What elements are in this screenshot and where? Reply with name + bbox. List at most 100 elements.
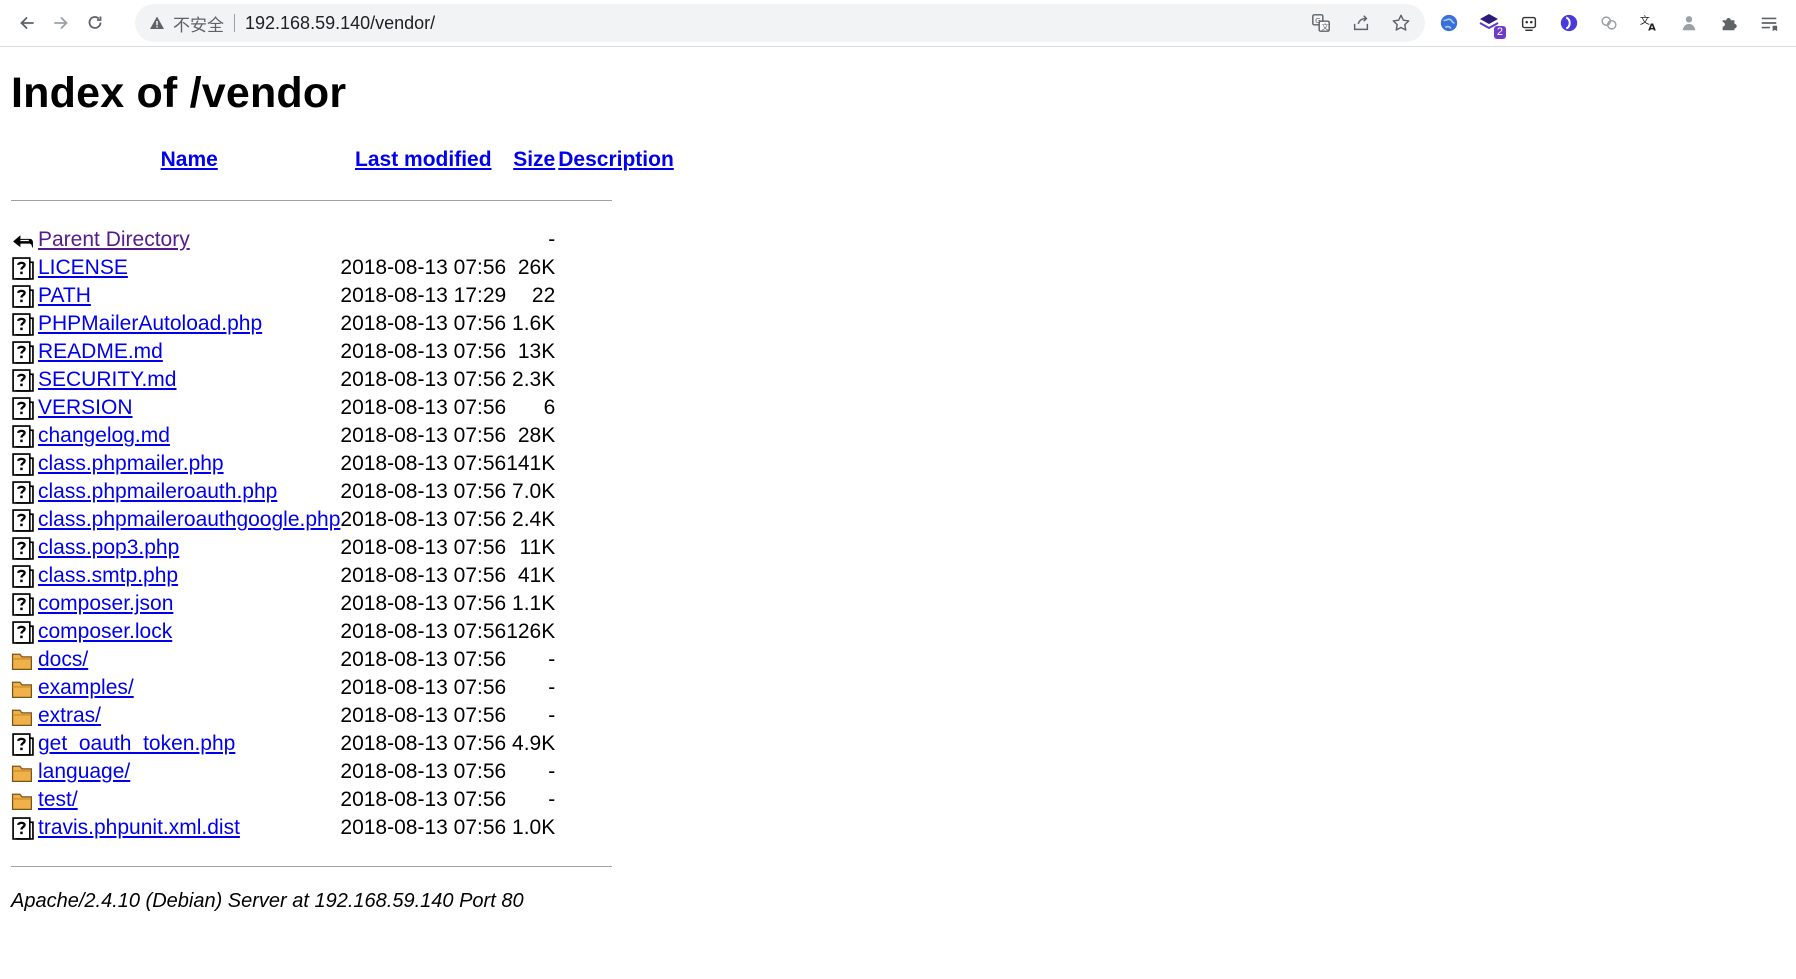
link-extension-icon[interactable] — [1596, 10, 1622, 36]
file-size: - — [548, 788, 556, 811]
last-modified-date: 2018-08-13 07:56 — [340, 704, 507, 727]
file-description — [555, 702, 674, 730]
sort-by-name-link[interactable]: Name — [161, 148, 218, 171]
entry-link[interactable]: examples/ — [38, 676, 134, 699]
entry-link[interactable]: README.md — [38, 340, 163, 363]
layers-extension-icon[interactable]: 2 — [1476, 10, 1506, 39]
entry-link[interactable]: class.pop3.php — [38, 536, 179, 559]
address-bar[interactable]: 不安全 192.168.59.140/vendor/ G文 — [135, 4, 1425, 42]
file-description — [555, 394, 674, 422]
last-modified-date: 2018-08-13 07:56 — [340, 396, 507, 419]
robot-extension-icon[interactable] — [1516, 10, 1542, 36]
entry-link[interactable]: VERSION — [38, 396, 133, 419]
file-size: 22 — [531, 284, 556, 307]
unknown-file-icon — [12, 536, 34, 560]
file-description — [555, 562, 674, 590]
bookmark-star-icon[interactable] — [1389, 11, 1413, 35]
entry-link[interactable]: extras/ — [38, 704, 101, 727]
entry-link[interactable]: class.smtp.php — [38, 564, 178, 587]
file-row: class.phpmaileroauthgoogle.php 2018-08-13… — [11, 506, 674, 534]
file-size: 11K — [519, 536, 556, 559]
file-size: 7.0K — [512, 480, 556, 503]
translate-extension-icon[interactable]: 文A — [1636, 10, 1662, 36]
file-row: class.phpmailer.php 2018-08-13 07:56 141K — [11, 450, 674, 478]
file-description — [555, 646, 674, 674]
entry-link[interactable]: changelog.md — [38, 424, 170, 447]
extensions-puzzle-icon[interactable] — [1716, 10, 1742, 36]
parent-directory-link[interactable]: Parent Directory — [38, 228, 190, 251]
arrow-left-icon — [20, 17, 34, 29]
puzzle-figure-extension-icon[interactable] — [1676, 10, 1702, 36]
folder-row: docs/2018-08-13 07:56 - — [11, 646, 674, 674]
swirl-extension-icon[interactable] — [1556, 10, 1582, 36]
browser-toolbar: 不安全 192.168.59.140/vendor/ G文 2 文 A — [0, 0, 1796, 47]
file-description — [555, 310, 674, 338]
entry-link[interactable]: composer.json — [38, 592, 173, 615]
entry-link[interactable]: language/ — [38, 760, 130, 783]
omnibox-divider — [234, 14, 235, 32]
warning-icon[interactable] — [149, 15, 165, 31]
sort-by-description-link[interactable]: Description — [558, 148, 674, 171]
file-description — [555, 758, 674, 786]
forward-button[interactable] — [44, 6, 78, 40]
folder-row: test/2018-08-13 07:56 - — [11, 786, 674, 814]
footer-divider — [11, 865, 612, 867]
page-title: Index of /vendor — [11, 69, 347, 117]
file-description — [555, 618, 674, 646]
security-status-label[interactable]: 不安全 — [173, 11, 224, 36]
entry-link[interactable]: test/ — [38, 788, 78, 811]
file-size: 1.6K — [512, 312, 556, 335]
unknown-file-icon — [12, 340, 34, 364]
server-signature: Apache/2.4.10 (Debian) Server at 192.168… — [11, 890, 524, 912]
file-size: 4.9K — [512, 732, 556, 755]
folder-icon — [11, 681, 33, 698]
header-divider — [11, 199, 612, 201]
file-size: - — [548, 648, 556, 671]
file-row: class.pop3.php 2018-08-13 07:56 11K — [11, 534, 674, 562]
directory-listing-table: Name Last modified Size Description Pare… — [11, 148, 674, 880]
entry-link[interactable]: SECURITY.md — [38, 368, 176, 391]
url-text[interactable]: 192.168.59.140/vendor/ — [245, 13, 435, 34]
file-description — [555, 730, 674, 758]
unknown-file-icon — [12, 452, 34, 476]
sort-by-size-link[interactable]: Size — [513, 148, 555, 171]
unknown-file-icon — [12, 256, 34, 280]
sort-by-last-modified-link[interactable]: Last modified — [355, 148, 492, 171]
file-description — [555, 450, 674, 478]
back-button[interactable] — [10, 6, 44, 40]
entry-link[interactable]: composer.lock — [38, 620, 172, 643]
file-size: 126K — [506, 620, 556, 643]
reload-button[interactable] — [78, 6, 112, 40]
unknown-file-icon — [12, 564, 34, 588]
file-row: README.md 2018-08-13 07:56 13K — [11, 338, 674, 366]
file-description — [555, 786, 674, 814]
entry-link[interactable]: LICENSE — [38, 256, 128, 279]
share-icon[interactable] — [1349, 11, 1373, 35]
folder-row: examples/2018-08-13 07:56 - — [11, 674, 674, 702]
entry-link[interactable]: PHPMailerAutoload.php — [38, 312, 262, 335]
translate-page-icon[interactable]: G文 — [1309, 11, 1333, 35]
file-size: - — [548, 704, 556, 727]
last-modified-date: 2018-08-13 07:56 — [340, 368, 507, 391]
extension-badge: 2 — [1493, 26, 1506, 39]
reading-list-icon[interactable] — [1756, 10, 1782, 36]
unknown-file-icon — [12, 592, 34, 616]
entry-link[interactable]: docs/ — [38, 648, 88, 671]
last-modified-date: 2018-08-13 17:29 — [340, 284, 507, 307]
last-modified-date: 2018-08-13 07:56 — [340, 732, 507, 755]
file-size: 28K — [517, 424, 556, 447]
entry-link[interactable]: get_oauth_token.php — [38, 732, 235, 755]
entry-link[interactable]: class.phpmaileroauth.php — [38, 480, 277, 503]
file-row: PHPMailerAutoload.php 2018-08-13 07:56 1.6… — [11, 310, 674, 338]
file-size: 41K — [517, 564, 556, 587]
unknown-file-icon — [12, 816, 34, 840]
entry-link[interactable]: class.phpmailer.php — [38, 452, 224, 475]
entry-link[interactable]: class.phpmaileroauthgoogle.php — [38, 508, 340, 531]
last-modified-date: 2018-08-13 07:56 — [340, 592, 507, 615]
entry-link[interactable]: PATH — [38, 284, 91, 307]
folder-icon — [11, 709, 33, 726]
globe-extension-icon[interactable] — [1436, 10, 1462, 36]
last-modified-date: 2018-08-13 07:56 — [340, 452, 507, 475]
entry-link[interactable]: travis.phpunit.xml.dist — [38, 816, 240, 839]
file-description — [555, 478, 674, 506]
